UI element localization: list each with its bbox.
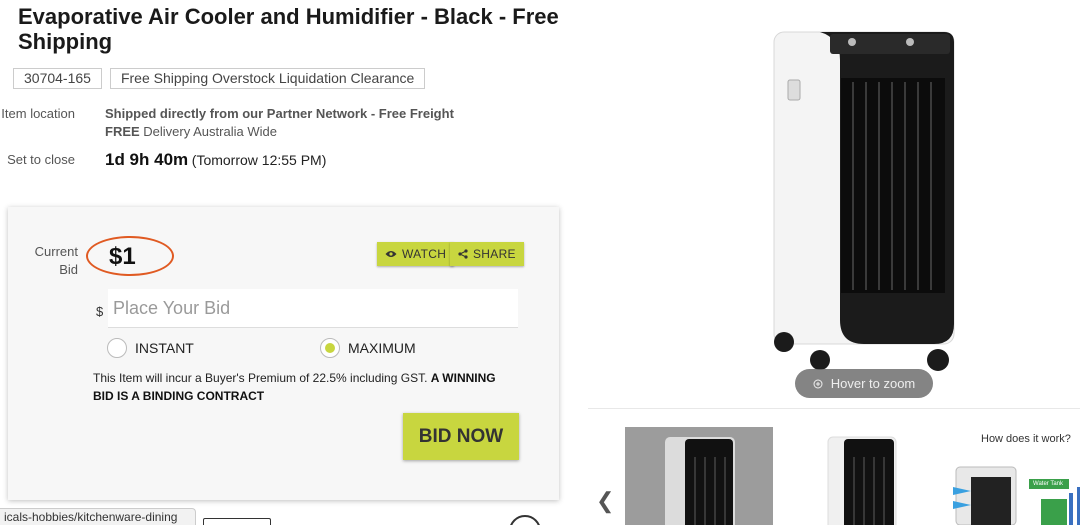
buyers-premium-notice: This Item will incur a Buyer's Premium o… xyxy=(93,369,513,405)
close-time: (Tomorrow 12:55 PM) xyxy=(191,152,327,168)
maximum-radio[interactable]: MAXIMUM xyxy=(320,338,416,358)
instant-radio-circle[interactable] xyxy=(107,338,127,358)
share-button[interactable]: SHARE xyxy=(450,242,524,266)
hover-to-zoom-hint: Hover to zoom xyxy=(795,369,933,398)
location-line1: Shipped directly from our Partner Networ… xyxy=(105,106,454,121)
thumbnail-1-image xyxy=(665,437,735,525)
current-bid-label: Current Bid xyxy=(34,244,78,277)
chevron-left-icon[interactable]: ❮ xyxy=(596,488,614,514)
set-to-close-row: Set to close 1d 9h 40m (Tomorrow 12:55 P… xyxy=(0,151,326,170)
location-free: FREE xyxy=(105,124,140,139)
lot-number-tag: 30704-165 xyxy=(13,68,102,89)
thumbnail-3[interactable]: How does it work? Water Tank xyxy=(951,427,1080,525)
set-to-close-value: 1d 9h 40m (Tomorrow 12:55 PM) xyxy=(105,151,326,170)
thumbnail-1[interactable] xyxy=(625,427,773,525)
product-main-image[interactable] xyxy=(760,20,970,375)
maximum-radio-circle[interactable] xyxy=(320,338,340,358)
product-tags: 30704-165 Free Shipping Overstock Liquid… xyxy=(13,68,426,89)
thumbnail-3-badge: Water Tank xyxy=(1033,481,1064,487)
share-icon xyxy=(458,249,468,259)
eye-icon xyxy=(385,251,397,257)
item-location-value: Shipped directly from our Partner Networ… xyxy=(105,105,454,141)
bid-now-button[interactable]: BID NOW xyxy=(403,413,519,460)
item-location-label: Item location xyxy=(1,106,75,121)
browser-status-url: icals-hobbies/kitchenware-dining xyxy=(0,508,197,525)
category-tag[interactable]: Free Shipping Overstock Liquidation Clea… xyxy=(109,68,426,89)
instant-label: INSTANT xyxy=(135,340,194,356)
zoom-icon xyxy=(813,379,823,388)
item-location-row: Item location Shipped directly from our … xyxy=(0,105,454,141)
set-to-close-label: Set to close xyxy=(7,152,75,167)
countdown: 1d 9h 40m xyxy=(105,150,189,169)
hover-to-zoom-label: Hover to zoom xyxy=(830,376,916,391)
maximum-label: MAXIMUM xyxy=(348,340,416,356)
clipped-button-outline xyxy=(203,518,271,525)
clipped-circle-icon xyxy=(509,515,541,525)
location-line2: Delivery Australia Wide xyxy=(139,124,277,139)
thumbnail-3-diagram xyxy=(953,466,1080,525)
thumbnail-2[interactable] xyxy=(788,427,936,525)
bid-panel: Current Bid $1 WATCH SHARE $ INSTANT MAX… xyxy=(8,207,559,500)
instant-radio[interactable]: INSTANT xyxy=(107,338,194,358)
premium-text: This Item will incur a Buyer's Premium o… xyxy=(93,371,431,385)
watch-button[interactable]: WATCH xyxy=(377,242,455,266)
product-title: Evaporative Air Cooler and Humidifier - … xyxy=(18,4,559,54)
watch-label: WATCH xyxy=(402,247,447,261)
thumbnail-2-image xyxy=(827,436,897,525)
current-bid-value: $1 xyxy=(109,243,136,270)
currency-symbol: $ xyxy=(96,304,104,319)
share-label: SHARE xyxy=(473,247,516,261)
place-bid-input[interactable] xyxy=(108,289,518,328)
